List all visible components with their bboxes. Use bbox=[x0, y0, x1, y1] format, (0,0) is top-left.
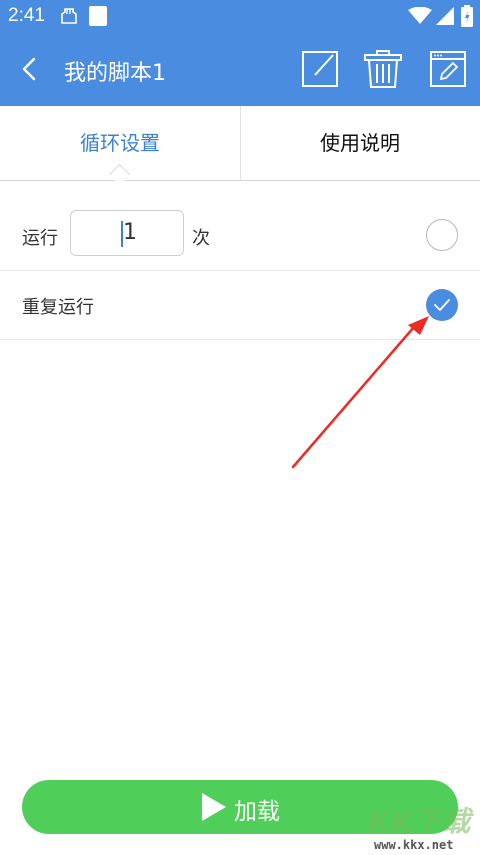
run-label: 运行 bbox=[22, 228, 58, 249]
edit-button[interactable] bbox=[428, 49, 468, 89]
run-count-input[interactable]: 1 bbox=[70, 210, 184, 256]
app-bar: 我的脚本1 bbox=[0, 33, 480, 106]
tab-bar: 循环设置 使用说明 bbox=[0, 106, 480, 181]
repeat-run-row: 重复运行 bbox=[0, 271, 480, 340]
new-script-button[interactable] bbox=[300, 49, 340, 89]
repeat-run-radio[interactable] bbox=[426, 289, 458, 321]
run-count-row: 运行 1 次 bbox=[0, 200, 480, 271]
status-bar: 2:41 bbox=[0, 0, 480, 33]
new-document-icon bbox=[302, 51, 338, 87]
play-icon bbox=[202, 793, 226, 821]
run-unit-label: 次 bbox=[192, 228, 210, 249]
run-count-radio[interactable] bbox=[426, 219, 458, 251]
delete-button[interactable] bbox=[363, 49, 403, 89]
edit-window-icon bbox=[430, 51, 466, 87]
battery-icon bbox=[461, 5, 473, 31]
tab-instructions[interactable]: 使用说明 bbox=[240, 106, 480, 180]
status-time: 2:41 bbox=[8, 5, 45, 26]
checkmark-icon bbox=[434, 299, 450, 311]
watermark-brand: KK下载 bbox=[368, 805, 472, 838]
repeat-label: 重复运行 bbox=[22, 297, 94, 318]
trash-icon bbox=[364, 50, 402, 88]
page-title: 我的脚本1 bbox=[64, 61, 166, 86]
app-square-icon bbox=[88, 5, 108, 31]
notification-icon bbox=[60, 6, 78, 30]
signal-icon bbox=[436, 7, 454, 29]
run-count-value: 1 bbox=[123, 220, 137, 245]
watermark-url: www.kkx.net bbox=[374, 838, 454, 852]
wifi-icon bbox=[408, 6, 432, 29]
text-cursor bbox=[121, 221, 123, 247]
back-button[interactable] bbox=[16, 53, 46, 85]
load-button-label: 加载 bbox=[234, 799, 280, 825]
watermark: KK下载 www.kkx.net bbox=[368, 800, 480, 855]
chevron-left-icon bbox=[22, 57, 36, 81]
